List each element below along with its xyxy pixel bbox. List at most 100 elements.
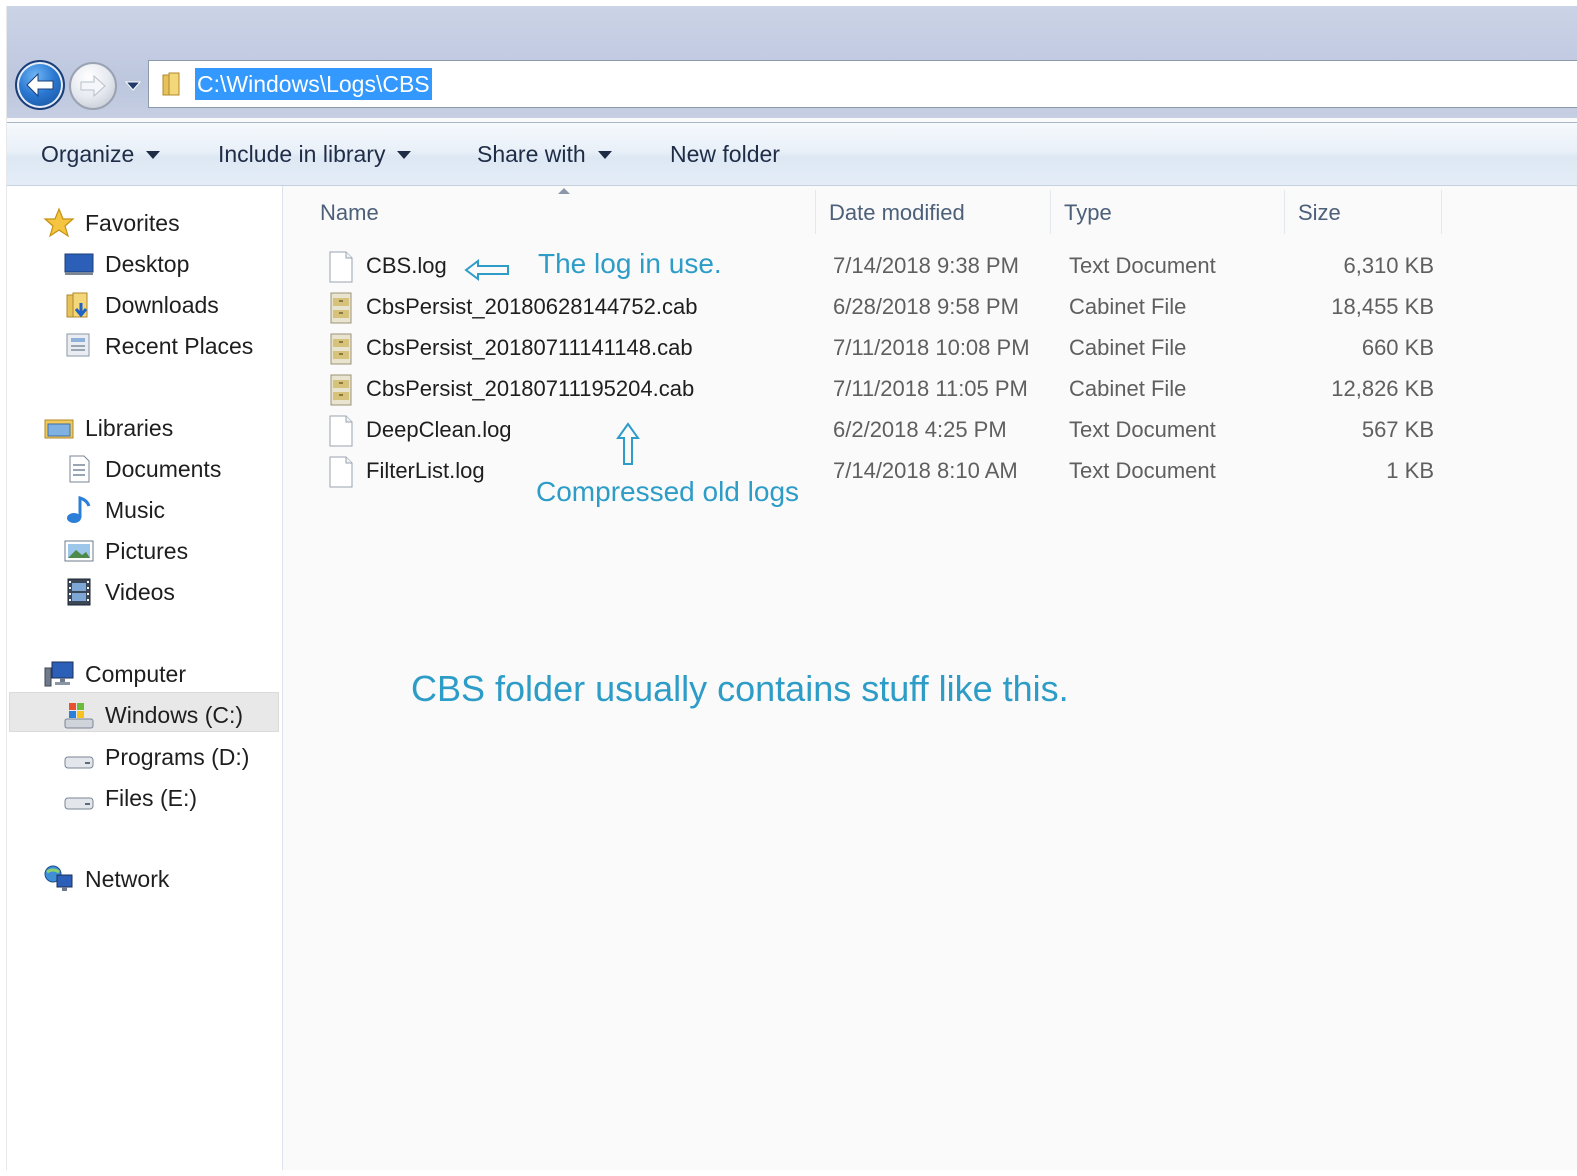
file-size: 1 KB xyxy=(1386,458,1434,483)
include-in-library-button[interactable]: Include in library xyxy=(218,141,412,168)
column-header-name[interactable]: Name xyxy=(320,200,379,226)
text-document-icon xyxy=(329,251,353,283)
file-row[interactable]: FilterList.log 7/14/2018 8:10 AM Text Do… xyxy=(284,452,1444,492)
file-type: Cabinet File xyxy=(1069,376,1187,401)
nav-favorites-label: Favorites xyxy=(85,209,180,236)
include-in-library-label: Include in library xyxy=(218,141,386,167)
address-path[interactable]: C:\Windows\Logs\CBS xyxy=(195,68,432,100)
nav-downloads-label: Downloads xyxy=(105,291,219,318)
file-list-pane: Name Date modified Type Size CBS.log 7/1… xyxy=(284,186,1577,1170)
nav-computer-label: Computer xyxy=(85,660,186,687)
file-type: Cabinet File xyxy=(1069,335,1187,360)
column-divider[interactable] xyxy=(1441,190,1442,234)
command-bar: Organize Include in library Share with N… xyxy=(7,122,1577,186)
annotation-cbs-folder-note: CBS folder usually contains stuff like t… xyxy=(411,668,1069,709)
recent-pages-dropdown[interactable] xyxy=(123,76,143,96)
nav-pictures[interactable]: Pictures xyxy=(63,534,188,568)
chevron-down-icon xyxy=(597,150,612,159)
nav-music[interactable]: Music xyxy=(63,493,165,527)
cabinet-file-icon xyxy=(330,292,352,324)
recent-places-icon xyxy=(66,333,90,357)
file-size: 18,455 KB xyxy=(1331,294,1434,319)
cabinet-file-icon xyxy=(330,333,352,365)
nav-programs-d[interactable]: Programs (D:) xyxy=(63,740,249,774)
file-size: 567 KB xyxy=(1361,417,1434,442)
nav-recent-places-label: Recent Places xyxy=(105,332,254,359)
nav-files-e-label: Files (E:) xyxy=(105,784,197,811)
arrow-left-icon xyxy=(464,259,509,281)
cabinet-file-icon xyxy=(330,374,352,406)
file-row[interactable]: CbsPersist_20180628144752.cab 6/28/2018 … xyxy=(284,288,1444,328)
file-name: CBS.log xyxy=(366,253,447,278)
explorer-window: C:\Windows\Logs\CBS Organize Include in … xyxy=(6,6,1577,1170)
pictures-icon xyxy=(64,540,94,562)
file-row[interactable]: DeepClean.log 6/2/2018 4:25 PM Text Docu… xyxy=(284,411,1444,451)
organize-label: Organize xyxy=(41,141,135,167)
nav-programs-d-label: Programs (D:) xyxy=(105,743,250,770)
system-drive-icon xyxy=(64,703,94,729)
file-date: 7/14/2018 8:10 AM xyxy=(833,458,1018,483)
videos-icon xyxy=(67,578,91,606)
forward-button[interactable] xyxy=(69,62,117,110)
column-header-date-modified[interactable]: Date modified xyxy=(829,200,965,226)
nav-desktop-label: Desktop xyxy=(105,250,190,277)
file-date: 7/11/2018 10:08 PM xyxy=(833,335,1030,360)
title-bar: C:\Windows\Logs\CBS xyxy=(7,6,1577,118)
address-bar[interactable]: C:\Windows\Logs\CBS xyxy=(148,60,1577,108)
hard-drive-icon xyxy=(64,756,94,769)
organize-button[interactable]: Organize xyxy=(41,141,161,168)
text-document-icon xyxy=(329,456,353,488)
arrow-right-icon xyxy=(80,74,106,98)
downloads-icon xyxy=(66,292,88,318)
sort-ascending-icon xyxy=(558,188,570,194)
file-type: Cabinet File xyxy=(1069,294,1187,319)
column-header-type[interactable]: Type xyxy=(1064,200,1112,226)
column-header-size[interactable]: Size xyxy=(1298,200,1341,226)
nav-computer[interactable]: Computer xyxy=(43,657,186,691)
nav-recent-places[interactable]: Recent Places xyxy=(63,329,253,363)
text-document-icon xyxy=(329,415,353,447)
file-size: 6,310 KB xyxy=(1343,253,1434,278)
file-size: 660 KB xyxy=(1361,335,1434,360)
nav-files-e[interactable]: Files (E:) xyxy=(63,781,197,815)
column-divider[interactable] xyxy=(1284,190,1285,234)
star-icon xyxy=(43,207,75,238)
nav-favorites[interactable]: Favorites xyxy=(43,206,180,240)
computer-icon xyxy=(44,661,74,687)
annotation-log-in-use: The log in use. xyxy=(538,248,722,279)
file-row[interactable]: CbsPersist_20180711195204.cab 7/11/2018 … xyxy=(284,370,1444,410)
navigation-pane: Favorites Desktop Downloads Recent Place… xyxy=(7,186,283,1170)
file-date: 7/11/2018 11:05 PM xyxy=(833,376,1028,401)
new-folder-label: New folder xyxy=(670,141,780,167)
share-with-label: Share with xyxy=(477,141,586,167)
nav-network-label: Network xyxy=(85,865,170,892)
nav-network[interactable]: Network xyxy=(43,862,169,896)
column-divider[interactable] xyxy=(815,190,816,234)
nav-music-label: Music xyxy=(105,496,166,523)
file-name: CbsPersist_20180711195204.cab xyxy=(366,376,695,401)
desktop-icon xyxy=(64,253,94,275)
file-type: Text Document xyxy=(1069,417,1216,442)
share-with-button[interactable]: Share with xyxy=(477,141,612,168)
file-type: Text Document xyxy=(1069,253,1216,278)
nav-libraries[interactable]: Libraries xyxy=(43,411,173,445)
nav-windows-c-label: Windows (C:) xyxy=(105,701,244,728)
file-row[interactable]: CBS.log 7/14/2018 9:38 PM Text Document … xyxy=(284,247,1444,287)
libraries-icon xyxy=(44,419,74,439)
nav-videos[interactable]: Videos xyxy=(63,575,175,609)
back-button[interactable] xyxy=(15,60,65,110)
file-name: DeepClean.log xyxy=(366,417,512,442)
chevron-down-icon xyxy=(397,150,412,159)
music-icon xyxy=(67,496,91,523)
column-divider[interactable] xyxy=(1050,190,1051,234)
arrow-left-icon xyxy=(26,72,54,98)
file-name: CbsPersist_20180711141148.cab xyxy=(366,335,693,360)
file-date: 7/14/2018 9:38 PM xyxy=(833,253,1019,278)
file-row[interactable]: CbsPersist_20180711141148.cab 7/11/2018 … xyxy=(284,329,1444,369)
nav-windows-c[interactable]: Windows (C:) xyxy=(63,698,243,732)
nav-downloads[interactable]: Downloads xyxy=(63,288,219,322)
arrow-up-icon xyxy=(616,422,640,465)
nav-desktop[interactable]: Desktop xyxy=(63,247,189,281)
new-folder-button[interactable]: New folder xyxy=(670,141,780,168)
nav-documents[interactable]: Documents xyxy=(63,452,221,486)
